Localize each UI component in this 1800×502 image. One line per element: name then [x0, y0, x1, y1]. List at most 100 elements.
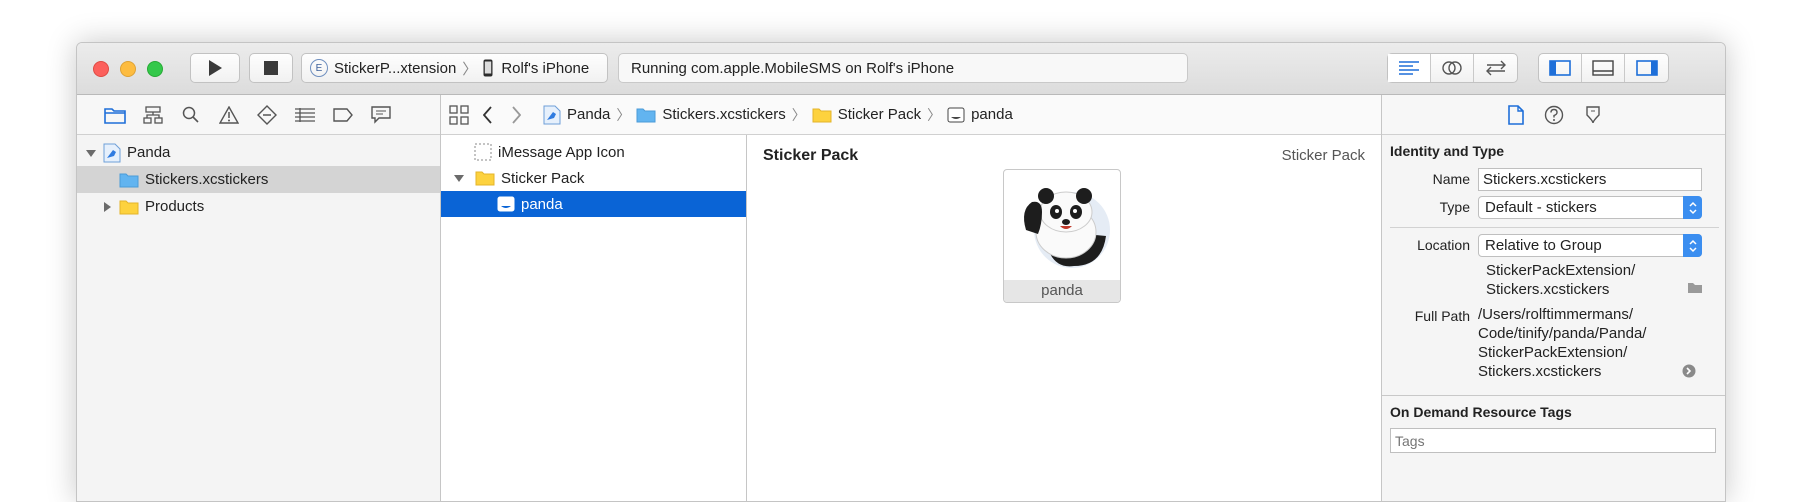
tree-item-stickers[interactable]: Stickers.xcstickers — [77, 166, 440, 193]
location-popup[interactable]: Relative to Group — [1478, 234, 1702, 257]
popup-arrows-icon — [1683, 234, 1702, 257]
chevron-right-icon: 〉 — [616, 106, 631, 123]
section-title: Identity and Type — [1390, 143, 1505, 159]
stop-icon — [264, 61, 278, 75]
standard-editor-button[interactable] — [1388, 54, 1431, 82]
forward-chevron-icon[interactable] — [511, 105, 521, 124]
type-label: Type — [1439, 199, 1470, 215]
assistant-editor-button[interactable] — [1431, 54, 1474, 82]
full-path-line: StickerPackExtension/ — [1478, 344, 1628, 361]
editor-type-label: Sticker Pack — [1281, 147, 1365, 164]
tags-field[interactable] — [1390, 428, 1716, 453]
disclosure-open-icon[interactable] — [453, 172, 465, 184]
crumb-label: Stickers.xcstickers — [662, 106, 786, 123]
related-items-grid-icon[interactable] — [449, 104, 469, 125]
name-label: Name — [1432, 171, 1470, 187]
outline-item-label: panda — [521, 195, 563, 213]
zoom-window-button[interactable] — [147, 61, 163, 77]
left-panel-icon — [1549, 60, 1571, 76]
name-field[interactable]: Stickers.xcstickers — [1478, 168, 1702, 191]
xcstickers-folder-icon — [119, 173, 139, 187]
tree-item-products[interactable]: Products — [77, 193, 440, 220]
tree-item-panda-project[interactable]: Panda — [77, 139, 440, 166]
sticker-icon — [947, 107, 965, 122]
warning-icon[interactable] — [217, 103, 241, 127]
full-path-row: Full Path /Users/rolftimmermans/ Code/ti… — [1382, 305, 1725, 381]
location-label: Location — [1417, 237, 1470, 253]
full-path-line: /Users/rolftimmermans/ — [1478, 306, 1634, 323]
type-popup[interactable]: Default - stickers — [1478, 196, 1702, 219]
extension-scheme-icon: E — [310, 59, 328, 77]
toggle-debug-area-button[interactable] — [1582, 54, 1625, 82]
reveal-in-finder-arrow-icon[interactable] — [1682, 364, 1696, 381]
location-path-line: StickerPackExtension/ — [1486, 262, 1636, 279]
sticker-icon — [497, 196, 515, 212]
chevron-right-icon: 〉 — [791, 106, 806, 123]
back-chevron-icon[interactable] — [483, 105, 493, 124]
location-path: StickerPackExtension/ Stickers.xcsticker… — [1486, 261, 1725, 299]
sticker-editor: Sticker Pack Sticker Pack panda — [747, 135, 1381, 501]
jump-bar-crumb-stickers[interactable]: Stickers.xcstickers — [636, 106, 786, 123]
xcode-window: E StickerP...xtension 〉 Rolf's iPhone Ru… — [76, 42, 1726, 502]
debug-gauge-icon[interactable] — [293, 103, 317, 127]
full-path-line: Stickers.xcstickers — [1478, 363, 1602, 380]
right-panel-icon — [1635, 60, 1658, 76]
disclosure-open-icon[interactable] — [85, 147, 97, 159]
asset-outline: iMessage App Icon Sticker Pack panda — [441, 135, 747, 501]
play-icon — [209, 60, 222, 76]
identity-and-type-section: Identity and Type Name Stickers.xcsticke… — [1382, 135, 1725, 381]
sticker-caption: panda — [1004, 280, 1120, 302]
status-text: Running com.apple.MobileSMS on Rolf's iP… — [631, 59, 955, 77]
jump-bar-crumb-project[interactable]: Panda — [543, 105, 610, 125]
crumb-label: panda — [971, 106, 1013, 123]
report-bubble-icon[interactable] — [369, 103, 393, 127]
folder-icon — [119, 200, 139, 214]
tree-item-label: Panda — [127, 144, 171, 161]
device-name: Rolf's iPhone — [501, 59, 590, 77]
minimize-window-button[interactable] — [120, 61, 136, 77]
outline-item-imessage-icon[interactable]: iMessage App Icon — [441, 139, 746, 165]
disclosure-closed-icon[interactable] — [101, 201, 113, 213]
version-editor-button[interactable] — [1474, 54, 1517, 82]
hierarchy-navigator-icon[interactable] — [141, 103, 165, 127]
text-align-lines-icon — [1399, 61, 1419, 75]
outline-item-label: iMessage App Icon — [498, 143, 625, 161]
jump-bar-crumb-sticker-pack[interactable]: Sticker Pack — [812, 106, 921, 123]
folder-icon[interactable] — [1687, 281, 1703, 298]
jump-bar-crumb-panda[interactable]: panda — [947, 106, 1013, 123]
test-diamond-icon[interactable] — [255, 103, 279, 127]
scheme-selector[interactable]: E StickerP...xtension 〉 Rolf's iPhone — [301, 53, 608, 83]
stop-button[interactable] — [249, 53, 293, 83]
editor-mode-control — [1387, 53, 1518, 83]
outline-item-sticker-pack[interactable]: Sticker Pack — [441, 165, 746, 191]
breakpoint-icon[interactable] — [331, 103, 355, 127]
activity-status-bar: Running com.apple.MobileSMS on Rolf's iP… — [618, 53, 1188, 83]
xcode-project-icon — [543, 105, 561, 124]
divider — [1390, 227, 1719, 228]
section-title: On Demand Resource Tags — [1390, 404, 1572, 420]
attributes-inspector-icon[interactable] — [1584, 105, 1602, 125]
location-value: Relative to Group — [1485, 237, 1602, 254]
toggle-navigator-button[interactable] — [1539, 54, 1582, 82]
folder-navigator-icon[interactable] — [103, 103, 127, 127]
run-button[interactable] — [190, 53, 240, 83]
bottom-panel-icon — [1592, 60, 1614, 76]
close-window-button[interactable] — [93, 61, 109, 77]
crumb-label: Panda — [567, 106, 611, 123]
file-inspector-icon[interactable] — [1507, 104, 1524, 125]
outline-item-panda[interactable]: panda — [441, 191, 746, 217]
panda-sticker-image — [1024, 188, 1110, 268]
arrows-left-right-icon — [1485, 60, 1506, 76]
sticker-tile[interactable]: panda — [1003, 169, 1121, 303]
full-path-line: Code/tinify/panda/Panda/ — [1478, 325, 1647, 342]
utilities-inspector: Identity and Type Name Stickers.xcsticke… — [1381, 95, 1725, 501]
editor-title: Sticker Pack — [763, 147, 859, 164]
quick-help-icon[interactable] — [1544, 105, 1564, 125]
on-demand-tags-section: On Demand Resource Tags — [1382, 396, 1725, 453]
toggle-inspector-button[interactable] — [1625, 54, 1668, 82]
outline-item-label: Sticker Pack — [501, 169, 585, 187]
toolbar: E StickerP...xtension 〉 Rolf's iPhone Ru… — [77, 43, 1725, 95]
scheme-name: StickerP...xtension — [334, 59, 457, 77]
search-icon[interactable] — [179, 103, 203, 127]
assistant-circles-icon — [1442, 61, 1462, 75]
